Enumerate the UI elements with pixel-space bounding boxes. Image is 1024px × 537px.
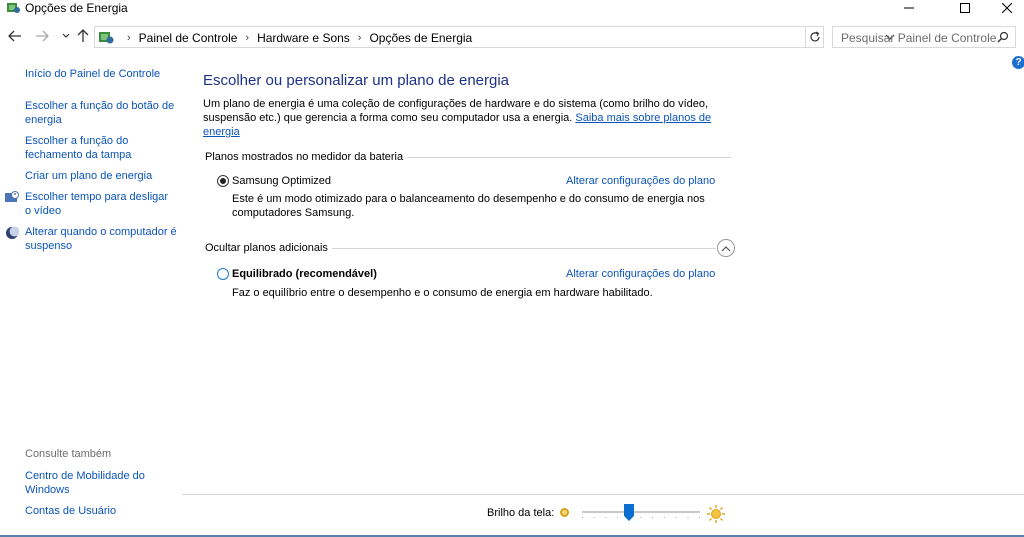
refresh-button[interactable] [806, 26, 824, 48]
slider-ticks [582, 517, 700, 518]
sidebar-item-lid-close[interactable]: Escolher a função do fechamento da tampa [25, 134, 177, 162]
breadcrumb-item-power-options[interactable]: Opções de Energia [369, 31, 472, 45]
search-placeholder: Pesquisar Painel de Controle [841, 31, 997, 45]
control-panel-icon [99, 32, 114, 44]
sidebar-item-mobility-center[interactable]: Centro de Mobilidade do Windows [25, 469, 177, 497]
up-button[interactable] [75, 28, 91, 44]
change-plan-settings-link[interactable]: Alterar configurações do plano [566, 268, 715, 280]
chevron-down-icon [62, 33, 70, 38]
forward-button[interactable] [34, 28, 50, 44]
plan-name-balanced[interactable]: Equilibrado (recomendável) [232, 268, 377, 280]
section-divider [407, 157, 731, 158]
section-divider [332, 248, 716, 249]
chevron-right-icon: › [127, 32, 131, 44]
page-title: Escolher ou personalizar um plano de ene… [203, 72, 510, 89]
plan-radio-balanced[interactable] [217, 268, 229, 280]
help-icon[interactable]: ? [1012, 56, 1024, 69]
collapse-plans-button[interactable] [717, 239, 735, 257]
chevron-right-icon: › [245, 32, 250, 44]
sidebar-item-control-panel-home[interactable]: Início do Painel de Controle [25, 67, 160, 81]
brightness-divider [182, 494, 1024, 495]
slider-thumb[interactable] [624, 504, 634, 521]
search-icon [997, 31, 1009, 43]
breadcrumb: › Painel de Controle › Hardware e Sons ›… [119, 31, 472, 45]
title-bar: Opções de Energia [0, 0, 1024, 16]
search-input[interactable]: Pesquisar Painel de Controle [832, 26, 1016, 48]
additional-plans-heading: Ocultar planos adicionais [205, 242, 328, 254]
maximize-button[interactable] [942, 0, 988, 16]
sidebar: Início do Painel de Controle Escolher a … [0, 50, 182, 537]
minimize-button[interactable] [886, 0, 932, 16]
plan-radio-samsung[interactable] [217, 175, 229, 187]
see-also-heading: Consulte também [25, 448, 112, 460]
plan-description-samsung: Este é um modo otimizado para o balancea… [232, 193, 705, 219]
window-title: Opções de Energia [25, 1, 128, 15]
minimize-icon [904, 7, 914, 9]
bright-sun-icon [707, 505, 725, 523]
arrow-right-icon [36, 30, 49, 42]
breadcrumb-item-control-panel[interactable]: Painel de Controle [139, 31, 238, 45]
sidebar-item-sleep[interactable]: Alterar quando o computador é suspenso [25, 225, 177, 253]
recent-locations-button[interactable] [58, 28, 74, 44]
dim-sun-icon [560, 508, 569, 517]
breadcrumb-item-hardware[interactable]: Hardware e Sons [257, 31, 350, 45]
sidebar-item-display-off[interactable]: Escolher tempo para desligar o vídeo [25, 190, 177, 218]
brightness-label: Brilho da tela: [487, 507, 555, 519]
address-bar[interactable]: › Painel de Controle › Hardware e Sons ›… [94, 26, 895, 48]
maximize-icon [960, 3, 970, 13]
battery-plans-heading: Planos mostrados no medidor da bateria [205, 151, 404, 163]
sidebar-item-create-plan[interactable]: Criar um plano de energia [25, 169, 177, 183]
arrow-left-icon [8, 30, 21, 42]
refresh-icon [809, 31, 820, 42]
plan-name-samsung[interactable]: Samsung Optimized [232, 175, 331, 187]
power-options-icon [7, 3, 20, 13]
close-icon [1002, 3, 1012, 13]
slider-track [582, 511, 700, 513]
navigation-bar: › Painel de Controle › Hardware e Sons ›… [0, 25, 1024, 49]
chevron-up-icon [721, 245, 731, 251]
moon-icon [6, 226, 19, 239]
plan-description-balanced: Faz o equilíbrio entre o desempenho e o … [232, 287, 653, 299]
chevron-right-icon: › [357, 32, 362, 44]
close-button[interactable] [984, 0, 1024, 16]
change-plan-settings-link[interactable]: Alterar configurações do plano [566, 175, 715, 187]
brightness-slider[interactable] [582, 504, 700, 522]
page-description: Um plano de energia é uma coleção de con… [203, 97, 723, 139]
arrow-up-icon [77, 29, 89, 42]
display-timeout-icon [5, 191, 19, 202]
sidebar-item-user-accounts[interactable]: Contas de Usuário [25, 504, 177, 518]
back-button[interactable] [7, 28, 23, 44]
sidebar-item-power-button[interactable]: Escolher a função do botão de energia [25, 99, 177, 127]
